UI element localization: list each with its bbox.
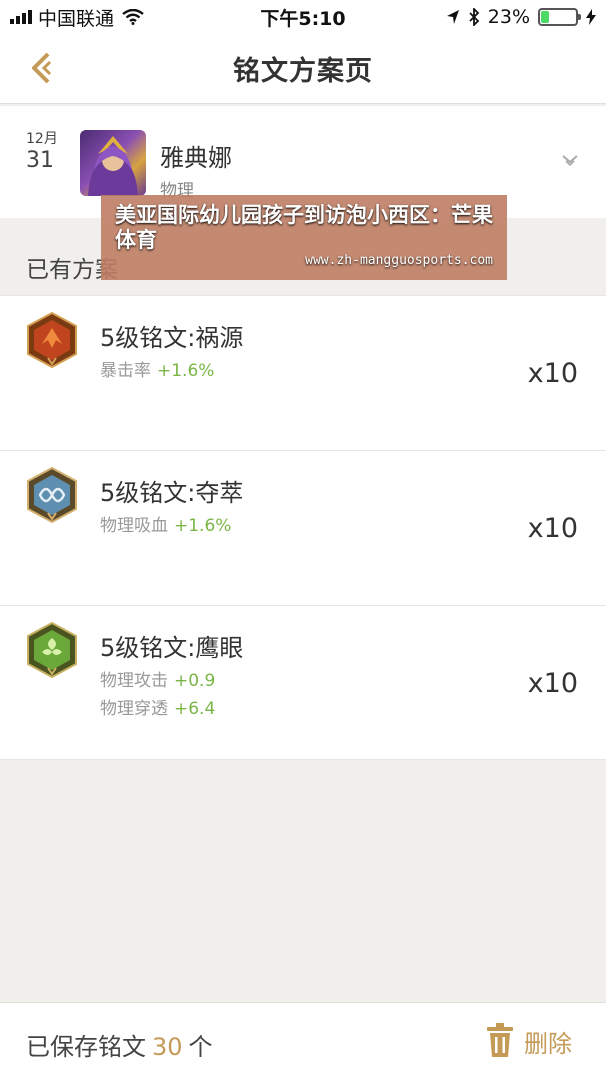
inscription-count: x10 xyxy=(527,513,578,544)
saved-prefix: 已保存铭文 xyxy=(26,1033,146,1061)
expand-chevron-icon[interactable] xyxy=(560,152,580,168)
list-item[interactable]: 5级铭文:祸源 暴击率 +1.6% x10 xyxy=(0,295,606,450)
red-emblem-icon xyxy=(27,312,77,368)
inscription-list: 5级铭文:祸源 暴击率 +1.6% x10 5级铭文:夺萃 物理吸血 +1.6% x… xyxy=(0,295,606,760)
inscription-count: x10 xyxy=(527,668,578,699)
inscription-name: 5级铭文:祸源 xyxy=(100,324,244,352)
battery-percent: 23% xyxy=(487,6,530,28)
date-day: 31 xyxy=(26,148,54,173)
overlay-headline: 美亚国际幼儿园孩子到访泡小西区：芒果体育 xyxy=(115,203,493,253)
overlay-url: www.zh-mangguosports.com xyxy=(305,253,493,268)
stat-value: +1.6% xyxy=(174,516,232,536)
signal-icon xyxy=(10,10,32,24)
battery-icon xyxy=(538,8,581,26)
delete-label: 删除 xyxy=(524,1029,572,1058)
date-month: 12月 xyxy=(26,131,58,147)
list-item[interactable]: 5级铭文:鹰眼 物理攻击 +0.9 物理穿透 +6.4 x10 xyxy=(0,605,606,760)
list-item[interactable]: 5级铭文:夺萃 物理吸血 +1.6% x10 xyxy=(0,450,606,605)
hero-avatar xyxy=(80,130,146,196)
stat-value: +0.9 xyxy=(174,671,216,691)
inscription-name: 5级铭文:夺萃 xyxy=(100,479,244,507)
inscription-stat: 物理吸血 +1.6% xyxy=(100,511,231,536)
stat-label: 物理吸血 xyxy=(100,516,168,536)
delete-button[interactable]: 删除 xyxy=(484,1023,572,1059)
inscription-name: 5级铭文:鹰眼 xyxy=(100,634,244,662)
saved-summary: 已保存铭文 30 个 xyxy=(26,1027,213,1062)
stat-label: 物理攻击 xyxy=(100,671,168,691)
hero-portrait xyxy=(88,136,138,196)
date-stamp: 12月 31 xyxy=(26,132,58,172)
nav-bar: 铭文方案页 xyxy=(0,34,606,104)
saved-suffix: 个 xyxy=(188,1033,213,1061)
saved-count: 30 xyxy=(152,1033,183,1061)
charging-bolt-icon xyxy=(586,9,596,25)
hero-name: 雅典娜 xyxy=(160,144,232,172)
wifi-icon xyxy=(122,9,144,25)
bottom-bar: 已保存铭文 30 个 删除 xyxy=(0,1002,606,1080)
inscription-stat: 物理攻击 +0.9 xyxy=(100,666,215,691)
blue-emblem-icon xyxy=(27,467,77,523)
page-title: 铭文方案页 xyxy=(233,56,373,87)
trash-icon xyxy=(487,1023,513,1057)
inscription-stat: 暴击率 +1.6% xyxy=(100,356,214,381)
back-chevron-icon[interactable] xyxy=(24,48,64,88)
green-emblem-icon xyxy=(27,622,77,678)
inscription-stat: 物理穿透 +6.4 xyxy=(100,694,215,719)
stat-label: 暴击率 xyxy=(100,361,151,381)
location-arrow-icon xyxy=(446,10,459,24)
carrier-name: 中国联通 xyxy=(38,7,115,30)
inscription-count: x10 xyxy=(527,358,578,389)
stat-value: +6.4 xyxy=(174,699,216,719)
bluetooth-icon xyxy=(469,8,480,26)
status-bar: 中国联通 下午5:10 23% xyxy=(0,0,606,34)
overlay-banner: 美亚国际幼儿园孩子到访泡小西区：芒果体育 www.zh-mangguosport… xyxy=(101,195,507,280)
stat-value: +1.6% xyxy=(157,361,215,381)
stat-label: 物理穿透 xyxy=(100,699,168,719)
